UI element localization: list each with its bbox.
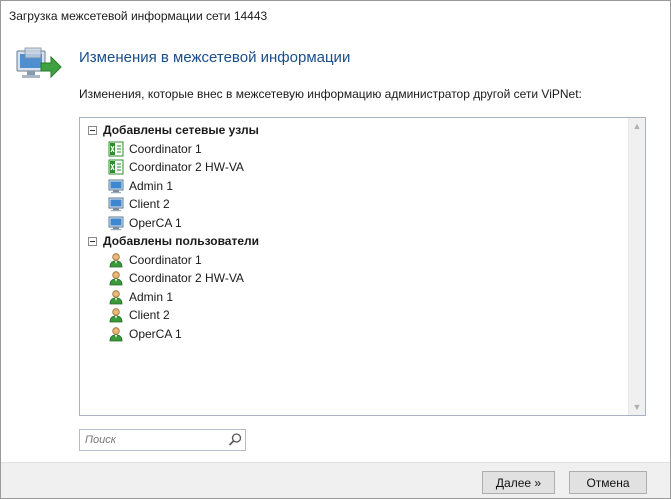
tree-item-label: Coordinator 1	[129, 252, 202, 267]
search-input[interactable]	[80, 430, 225, 450]
tree-item-label: Admin 1	[129, 289, 174, 304]
tree-item-label: Coordinator 2 HW-VA	[129, 160, 244, 175]
user-icon	[108, 307, 124, 323]
tree-item[interactable]: Admin 1	[80, 288, 629, 307]
tree-item[interactable]: Client 2	[80, 195, 629, 214]
tree-item[interactable]: Coordinator 2 HW-VA	[80, 158, 629, 177]
tree-item[interactable]: Coordinator 2 HW-VA	[80, 269, 629, 288]
collapse-toggle-icon[interactable]	[88, 236, 97, 246]
scroll-up-icon[interactable]: ▲	[629, 118, 645, 134]
next-button[interactable]: Далее »	[482, 471, 555, 494]
tree-item[interactable]: Admin 1	[80, 177, 629, 196]
tree-group-label: Добавлены пользователи	[103, 234, 260, 249]
user-icon	[108, 289, 124, 305]
tree-item-label: OperCA 1	[129, 215, 182, 230]
coordinator-icon	[108, 159, 124, 175]
tree-group-header[interactable]: Добавлены сетевые узлы	[80, 121, 629, 140]
tree-item[interactable]: OperCA 1	[80, 325, 629, 344]
tree-group-header[interactable]: Добавлены пользователи	[80, 232, 629, 251]
dialog-window: Загрузка межсетевой информации сети 1444…	[0, 0, 671, 499]
window-title: Загрузка межсетевой информации сети 1444…	[9, 9, 268, 23]
vertical-scrollbar[interactable]: ▲ ▼	[628, 118, 645, 415]
description-text: Изменения, которые внес в межсетевую инф…	[79, 87, 582, 101]
client-computer-icon	[108, 196, 124, 212]
tree-item[interactable]: Coordinator 1	[80, 251, 629, 270]
tree-item-label: Admin 1	[129, 178, 174, 193]
scroll-down-icon[interactable]: ▼	[629, 399, 645, 415]
collapse-toggle-icon[interactable]	[88, 125, 97, 135]
tree-item-label: Coordinator 2 HW-VA	[129, 271, 244, 286]
tree-item-label: Client 2	[129, 197, 170, 212]
title-bar: Загрузка межсетевой информации сети 1444…	[1, 1, 670, 31]
tree-item-label: Client 2	[129, 308, 170, 323]
tree-item-label: Coordinator 1	[129, 141, 202, 156]
header: Изменения в межсетевой информации	[1, 31, 670, 87]
tree-group-label: Добавлены сетевые узлы	[103, 123, 259, 138]
footer-bar: Далее » Отмена	[1, 462, 670, 498]
header-title: Изменения в межсетевой информации	[79, 49, 351, 66]
user-icon	[108, 252, 124, 268]
user-icon	[108, 326, 124, 342]
changes-tree[interactable]: Добавлены сетевые узлы Coordinator 1 Coord…	[79, 117, 646, 416]
tree-item[interactable]: Client 2	[80, 306, 629, 325]
search-field	[79, 429, 246, 451]
cancel-button[interactable]: Отмена	[569, 471, 647, 494]
tree-item[interactable]: Coordinator 1	[80, 140, 629, 159]
user-icon	[108, 270, 124, 286]
coordinator-icon	[108, 141, 124, 157]
tree-content: Добавлены сетевые узлы Coordinator 1 Coord…	[80, 118, 629, 415]
tree-item[interactable]: OperCA 1	[80, 214, 629, 233]
search-icon[interactable]	[227, 432, 243, 448]
tree-item-label: OperCA 1	[129, 326, 182, 341]
client-computer-icon	[108, 215, 124, 231]
network-transfer-icon	[16, 47, 62, 79]
client-computer-icon	[108, 178, 124, 194]
